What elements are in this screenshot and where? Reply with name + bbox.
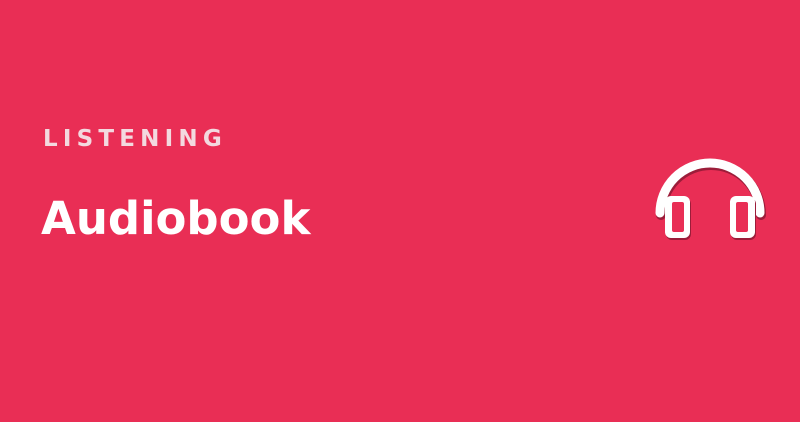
audiobook-banner: LISTENING Audiobook	[0, 0, 800, 422]
page-title: Audiobook	[41, 192, 311, 245]
category-label: LISTENING	[43, 126, 227, 152]
headphones-icon	[655, 158, 766, 240]
